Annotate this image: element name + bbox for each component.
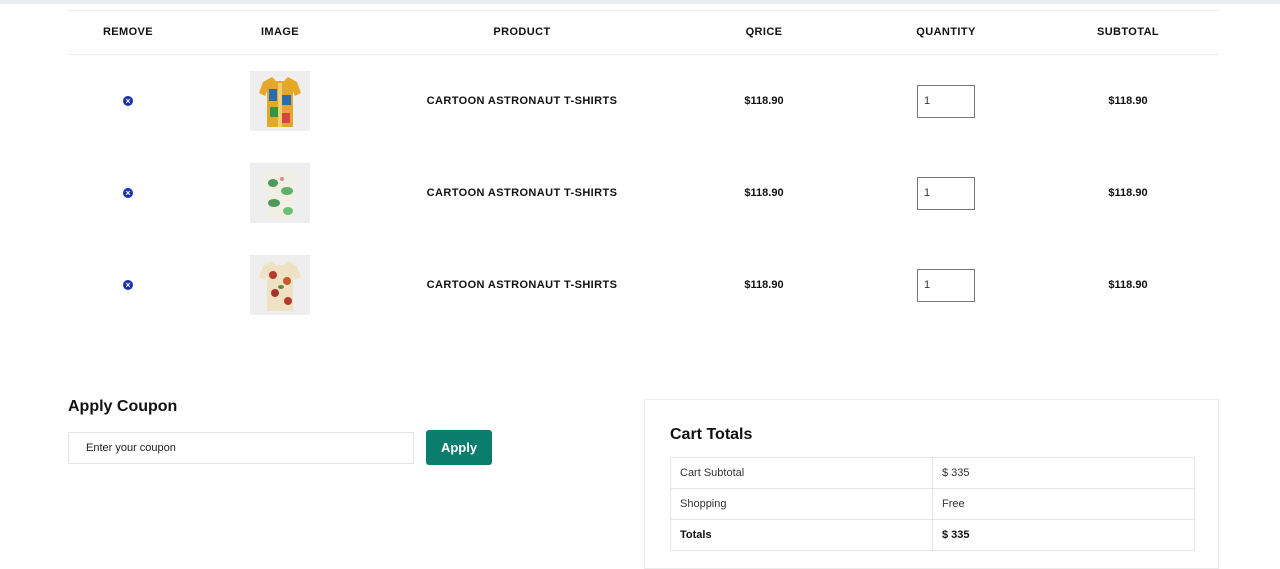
quantity-cell bbox=[917, 55, 975, 147]
image-cell bbox=[250, 55, 310, 147]
product-price: $118.90 bbox=[744, 279, 784, 291]
shirt-icon bbox=[259, 261, 301, 311]
header-subtotal: SUBTOTAL bbox=[1096, 26, 1160, 38]
remove-cell: × bbox=[123, 239, 133, 331]
header-image: IMAGE bbox=[260, 26, 300, 38]
table-row: × CARTOON ASTRONAUT T-SHIRTS $118.90 $11… bbox=[68, 147, 1219, 239]
header-price: QRICE bbox=[745, 26, 783, 38]
table-header: REMOVE IMAGE PRODUCT QRICE QUANTITY SUBT… bbox=[68, 10, 1219, 55]
top-border bbox=[0, 0, 1280, 4]
table-row: × CARTOON ASTRONAUT T-SHIRTS $118.90 $11… bbox=[68, 55, 1219, 147]
quantity-input[interactable] bbox=[917, 84, 975, 118]
product-name[interactable]: CARTOON ASTRONAUT T-SHIRTS bbox=[427, 239, 618, 331]
product-price: $118.90 bbox=[744, 95, 784, 107]
totals-row: Shopping Free bbox=[670, 488, 1195, 520]
totals-value: $ 335 bbox=[932, 457, 1195, 489]
totals-row: Cart Subtotal $ 335 bbox=[670, 457, 1195, 489]
quantity-cell bbox=[917, 147, 975, 239]
row-subtotal: $118.90 bbox=[1108, 187, 1148, 199]
remove-icon[interactable]: × bbox=[123, 280, 133, 290]
cart-table: REMOVE IMAGE PRODUCT QRICE QUANTITY SUBT… bbox=[68, 10, 1219, 331]
totals-label: Totals bbox=[670, 519, 933, 551]
row-subtotal: $118.90 bbox=[1108, 279, 1148, 291]
product-price: $118.90 bbox=[744, 187, 784, 199]
quantity-cell bbox=[917, 239, 975, 331]
quantity-input[interactable] bbox=[917, 268, 975, 302]
product-image[interactable] bbox=[250, 255, 310, 315]
cart-totals-table: Cart Subtotal $ 335 Shopping Free Totals… bbox=[670, 457, 1195, 551]
totals-label: Cart Subtotal bbox=[670, 457, 933, 489]
product-name[interactable]: CARTOON ASTRONAUT T-SHIRTS bbox=[427, 147, 618, 239]
totals-label: Shopping bbox=[670, 488, 933, 520]
image-cell bbox=[250, 239, 310, 331]
shirt-icon bbox=[259, 77, 301, 127]
table-row: × CARTOON ASTRONAUT T-SHIRTS $118.90 $11… bbox=[68, 239, 1219, 331]
header-remove: REMOVE bbox=[102, 26, 154, 38]
coupon-input[interactable] bbox=[68, 432, 414, 464]
cart-totals-panel: Cart Totals Cart Subtotal $ 335 Shopping… bbox=[644, 399, 1219, 569]
totals-row: Totals $ 335 bbox=[670, 519, 1195, 551]
quantity-input[interactable] bbox=[917, 176, 975, 210]
product-image[interactable] bbox=[250, 163, 310, 223]
header-product: PRODUCT bbox=[493, 26, 551, 38]
shirt-icon bbox=[259, 169, 301, 219]
remove-icon[interactable]: × bbox=[123, 96, 133, 106]
remove-cell: × bbox=[123, 147, 133, 239]
image-cell bbox=[250, 147, 310, 239]
cart-totals-title: Cart Totals bbox=[670, 426, 753, 443]
remove-cell: × bbox=[123, 55, 133, 147]
product-name[interactable]: CARTOON ASTRONAUT T-SHIRTS bbox=[427, 55, 618, 147]
totals-value: Free bbox=[932, 488, 1195, 520]
row-subtotal: $118.90 bbox=[1108, 95, 1148, 107]
coupon-title: Apply Coupon bbox=[68, 398, 178, 415]
header-quantity: QUANTITY bbox=[916, 26, 976, 38]
remove-icon[interactable]: × bbox=[123, 188, 133, 198]
product-image[interactable] bbox=[250, 71, 310, 131]
apply-coupon-button[interactable]: Apply bbox=[426, 430, 492, 465]
totals-value: $ 335 bbox=[932, 519, 1195, 551]
